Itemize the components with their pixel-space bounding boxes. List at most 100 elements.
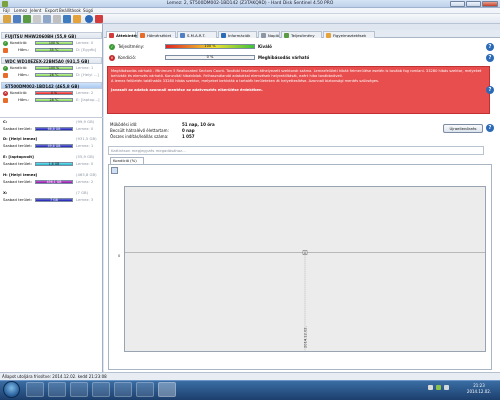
free-space-label: Szabad terület: <box>3 161 33 166</box>
disk-name: WDC WD10EZEX-22BN5A0 <box>5 59 64 64</box>
help-icon[interactable]: ? <box>486 54 494 62</box>
tray-volume-icon[interactable] <box>444 385 449 390</box>
tray-flag-icon[interactable] <box>428 385 433 390</box>
free-space-label: Szabad terület: <box>3 126 33 131</box>
kondicio-label: Kondíció: <box>10 65 28 70</box>
volume-disk: Lemez: 0 <box>76 126 94 131</box>
start-stop-value: 1 057 <box>182 134 195 139</box>
status-bar: Állapot utoljára frissítve: 2014.12.02. … <box>0 372 500 380</box>
tab-temperature[interactable]: Hőmérséklet <box>137 31 176 38</box>
thermometer-icon <box>3 98 8 103</box>
volume-size: (931,5 GB) <box>76 136 97 141</box>
volume-size: (465,8 GB) <box>76 172 97 177</box>
taskbar-explorer-icon[interactable] <box>26 382 44 397</box>
disk-item-wdc[interactable]: WDC WD10EZEX-22BN5A0 (931,5 GB) <box>1 57 102 64</box>
disk-size: (465,8 GB) <box>55 84 80 89</box>
alert-text: Meghibásodás várható - Minimum 5 Realloc… <box>111 69 482 78</box>
volume-name[interactable]: X: <box>3 190 7 196</box>
tab-overview[interactable]: Áttekintés <box>106 31 138 38</box>
email-icon[interactable] <box>43 15 51 23</box>
health-status: Meghibásodás várható <box>258 55 310 60</box>
disk-index: Lemez: 1 <box>76 65 94 70</box>
kondicio-label: Kondíció: <box>10 40 28 45</box>
performance-label: Teljesítmény: <box>118 44 144 49</box>
tab-performance[interactable]: Teljesítmény <box>281 31 322 38</box>
settings-icon[interactable] <box>73 15 81 23</box>
chart-options-icon[interactable] <box>111 167 118 174</box>
taskbar-chrome-icon[interactable] <box>114 382 132 397</box>
volume-name[interactable]: H: [Helyi lemez] <box>3 172 37 178</box>
kondicio-bar: 100 % <box>35 41 73 45</box>
disk-item-fujitsu[interactable]: FUJITSU MHW2060BH (55,9 GB) <box>1 32 102 39</box>
kondicio-bar: 100 % <box>35 66 73 70</box>
volume-disk: Lemez: 3 <box>76 197 94 202</box>
disk-name: FUJITSU MHW2060BH <box>5 34 54 39</box>
temp-label: Hőm.: <box>18 47 30 52</box>
print-icon[interactable] <box>53 15 61 23</box>
volume-name[interactable]: E: [laptopvolt] <box>3 154 34 160</box>
data-label: 0 <box>304 251 306 255</box>
free-space-bar: 7 GB <box>35 198 73 202</box>
maximize-button[interactable] <box>466 1 481 7</box>
disk-volumes: D: [Helyi ...] <box>76 72 99 77</box>
thermometer-icon <box>3 48 8 53</box>
tray-network-icon[interactable] <box>436 385 441 390</box>
help-icon[interactable]: ? <box>486 43 494 51</box>
disk-size: (931,5 GB) <box>65 59 90 64</box>
tab-information[interactable]: Információk <box>218 31 257 38</box>
free-space-bar: 456,1 GB <box>35 180 73 184</box>
free-space-label: Szabad terület: <box>3 197 33 202</box>
status-error-icon: ✕ <box>109 55 115 61</box>
alert-highlight: Javasolt az adatok azonnali mentése az a… <box>111 88 263 92</box>
help-icon[interactable]: ? <box>486 86 494 94</box>
status-ok-icon: ✓ <box>3 41 8 46</box>
help-icon[interactable]: ? <box>486 124 494 132</box>
exit-icon[interactable] <box>95 15 103 23</box>
taskbar-hdsentinel-icon[interactable] <box>158 382 176 397</box>
disk-name: ST500DM002-1BD142 <box>5 84 54 89</box>
volume-size: (55,9 GB) <box>76 154 95 159</box>
free-space-label: Szabad terület: <box>3 143 33 148</box>
volume-name[interactable]: D: [Helyi lemez] <box>3 136 37 142</box>
volume-disk: Lemez: 1 <box>76 143 94 148</box>
taskbar-media-icon[interactable] <box>70 382 88 397</box>
comment-field[interactable]: Kattintson megjegyzés megadásához... <box>108 146 484 155</box>
tab-alerts[interactable]: Figyelmeztetések <box>323 31 375 38</box>
disk-size: (55,9 GB) <box>54 34 77 39</box>
taskbar-opera-icon[interactable] <box>136 382 154 397</box>
temp-bar: 28 °C <box>35 98 73 102</box>
temp-bar: 26 °C <box>35 73 73 77</box>
taskbar-browser-icon[interactable] <box>92 382 110 397</box>
y-tick-label: 0 <box>118 254 121 258</box>
help-icon[interactable] <box>85 15 93 23</box>
volume-size: (99,9 GB) <box>76 119 95 124</box>
disk-index: Lemez: 0 <box>76 40 94 45</box>
status-ok-icon: ✓ <box>3 66 8 71</box>
disk-volumes: D: [Egyéb] <box>76 47 97 52</box>
tray-clock[interactable]: 21:23 2014.12.02. <box>460 383 498 395</box>
alert-text-secondary: A lemez felületén találhatók 33280 hibás… <box>111 79 379 83</box>
tab-log[interactable]: Napló <box>258 31 280 38</box>
minimize-button[interactable] <box>450 1 465 7</box>
temp-label: Hőm.: <box>18 72 30 77</box>
monitor-icon[interactable] <box>63 15 71 23</box>
report-icon[interactable] <box>33 15 41 23</box>
start-button[interactable] <box>3 381 20 398</box>
chart-tab[interactable]: Kondíció (%) <box>110 157 144 164</box>
free-space-label: Szabad terület: <box>3 179 33 184</box>
temp-bar: 35 °C <box>35 48 73 52</box>
tab-smart[interactable]: S.M.A.R.T. <box>177 31 217 38</box>
refresh-button[interactable]: Újraellenőrzés <box>443 124 483 133</box>
save-icon[interactable] <box>13 15 21 23</box>
disk-item-seagate[interactable]: ST500DM002-1BD142 (465,8 GB) <box>1 82 102 89</box>
refresh-icon[interactable] <box>23 15 31 23</box>
free-space-bar: 49,6 GB <box>35 144 73 148</box>
divider <box>0 117 103 118</box>
clock-date: 2014.12.02. <box>466 389 492 394</box>
close-button[interactable] <box>482 1 498 7</box>
volume-name[interactable]: C: <box>3 119 7 125</box>
open-icon[interactable] <box>3 15 11 23</box>
taskbar-app-icon[interactable] <box>48 382 66 397</box>
performance-value: 100 % <box>204 44 216 48</box>
status-error-icon: ✕ <box>3 91 8 96</box>
